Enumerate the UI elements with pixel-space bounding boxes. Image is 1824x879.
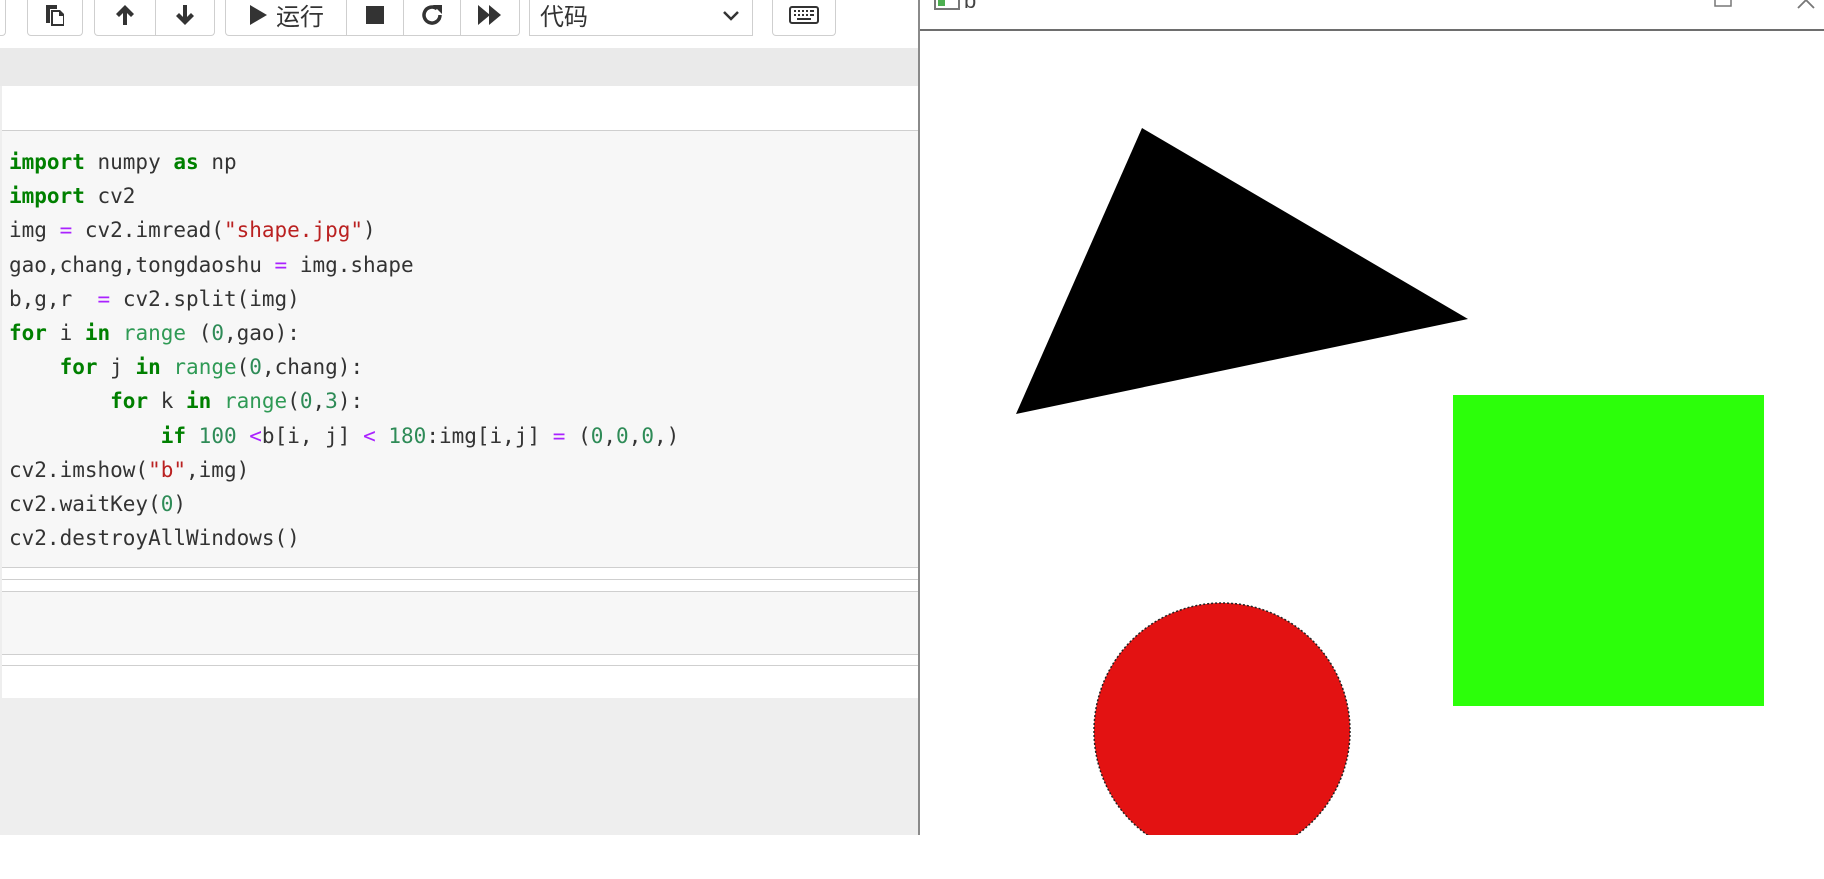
cell-type-select[interactable]: 代码 [529, 0, 753, 36]
maximize-icon[interactable] [1714, 0, 1732, 13]
play-icon [248, 4, 268, 26]
run-button[interactable]: 运行 [225, 0, 347, 36]
code-line: img = cv2.imread("shape.jpg") [9, 218, 376, 243]
image-canvas [920, 31, 1824, 835]
code-line: for k in range(0,3): [110, 389, 364, 414]
code-cell[interactable]: import numpy as np import cv2 img = cv2.… [2, 131, 918, 568]
notebook-toolbar: 运行 代码 [0, 0, 918, 48]
window-titlebar[interactable]: b [920, 0, 1824, 31]
code-line: gao,chang,tongdaoshu = img.shape [9, 252, 414, 277]
code-line: import cv2 [9, 184, 136, 209]
restart-run-all-button[interactable] [460, 0, 520, 36]
restart-icon [420, 3, 444, 27]
notebook-background [0, 48, 918, 86]
code-line: cv2.waitKey(0) [9, 492, 187, 517]
arrow-up-icon [113, 3, 137, 27]
code-line: b,g,r = cv2.split(img) [9, 286, 300, 311]
code-line: cv2.imshow("b",img) [9, 457, 250, 482]
keyboard-icon [789, 5, 819, 24]
cell-divider [2, 579, 918, 580]
arrow-down-icon [173, 3, 197, 27]
opencv-image-window: b [918, 0, 1824, 835]
code-line: for i in range (0,gao): [9, 321, 300, 346]
move-down-button[interactable] [155, 0, 215, 36]
interrupt-button[interactable] [346, 0, 404, 36]
code-line: for j in range(0,chang): [59, 355, 364, 380]
app-icon [934, 0, 960, 15]
code-editor[interactable]: import numpy as np import cv2 img = cv2.… [9, 145, 679, 555]
window-title: b [964, 0, 977, 13]
move-up-button[interactable] [94, 0, 156, 36]
jupyter-notebook-pane: 运行 代码 import numpy as np import cv2 img … [0, 0, 918, 835]
code-line: cv2.destroyAllWindows() [9, 526, 300, 551]
fast-forward-icon [477, 4, 503, 26]
code-line: import numpy as np [9, 150, 237, 174]
run-button-label: 运行 [276, 4, 324, 31]
code-line: if 100 <b[i, j] < 180:img[i,j] = (0,0,0,… [160, 423, 680, 448]
notebook-container: import numpy as np import cv2 img = cv2.… [2, 86, 918, 698]
cell-divider [2, 665, 918, 666]
command-palette-button[interactable] [772, 0, 836, 36]
chevron-down-icon [722, 4, 740, 32]
square-shape [1453, 395, 1764, 706]
restart-button[interactable] [403, 0, 461, 36]
cell-type-value: 代码 [540, 4, 588, 31]
cut-button[interactable] [0, 0, 6, 36]
close-icon[interactable] [1796, 0, 1816, 16]
copy-button[interactable] [27, 0, 83, 36]
stop-icon [365, 5, 385, 25]
copy-icon [44, 3, 66, 27]
empty-code-cell[interactable] [2, 591, 918, 655]
